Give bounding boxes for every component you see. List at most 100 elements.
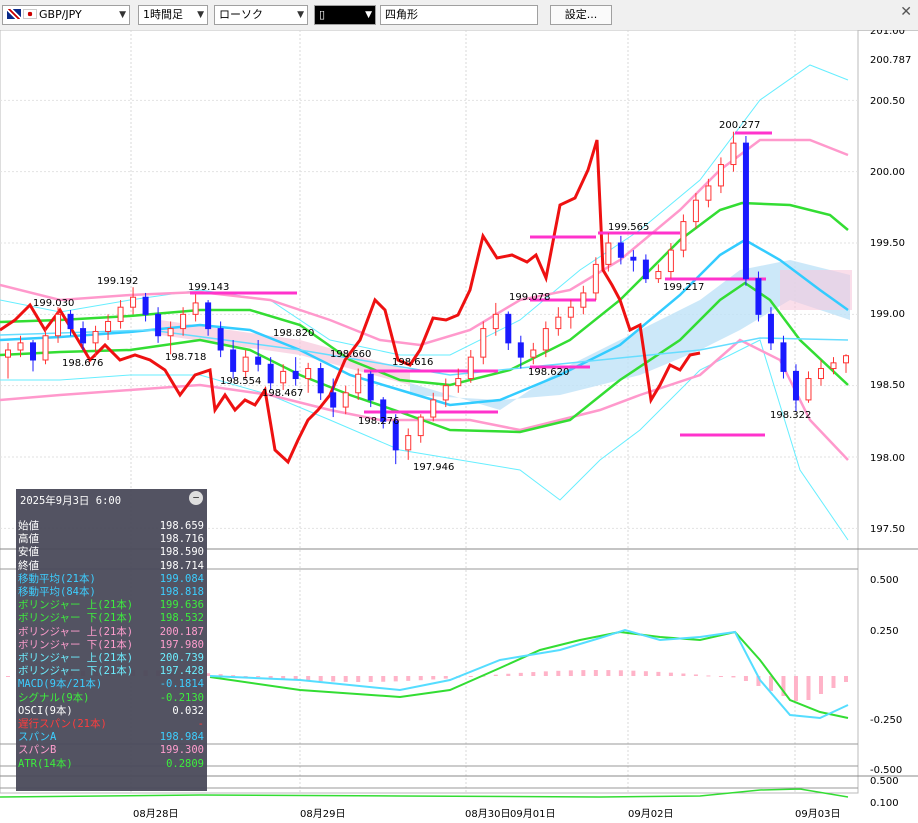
macd-axis-label: -0.500 <box>870 765 902 776</box>
macd-histogram-bar <box>356 676 361 682</box>
chevron-down-icon: ▼ <box>297 10 304 20</box>
x-axis-label: 08月28日 <box>133 808 178 820</box>
y-axis-label: 201.00 <box>870 30 905 37</box>
price-annotation: 198.620 <box>528 367 569 378</box>
info-value: 199.636 <box>159 599 204 612</box>
candle-body <box>630 256 637 261</box>
macd-histogram-bar <box>581 670 586 676</box>
info-row: ATR(14本) 0.2809 <box>18 758 204 771</box>
info-value: 199.084 <box>159 572 204 585</box>
candle-body <box>267 363 274 384</box>
candle-body <box>592 263 599 294</box>
settings-button[interactable]: 設定... <box>550 5 612 25</box>
candle-body <box>517 342 524 358</box>
candle-body <box>105 320 112 332</box>
candle-body <box>130 296 137 308</box>
macd-histogram-bar <box>844 676 848 682</box>
x-axis-label: 08月29日 <box>300 808 345 820</box>
info-panel: 2025年9月3日 6:00 − 始値 198.659 高値 198.716 安値 198… <box>16 489 207 791</box>
info-value: 198.984 <box>159 731 204 744</box>
macd-axis-label: 0.500 <box>870 575 899 586</box>
candle-body <box>642 259 649 280</box>
close-icon[interactable]: ✕ <box>900 4 912 20</box>
candle-body <box>205 302 212 330</box>
x-axis-label: 08月30日 <box>465 808 510 820</box>
timeframe-select[interactable]: 1時間足 ▼ <box>138 5 208 25</box>
y-axis-label: 200.787 <box>870 55 911 66</box>
info-label: ボリンジャー 下(21本) <box>18 665 134 678</box>
chevron-down-icon: ▼ <box>197 10 204 20</box>
info-label: ATR(14本) <box>18 757 73 770</box>
chevron-down-icon: ▼ <box>365 10 372 20</box>
settings-label: 設定... <box>564 8 598 21</box>
price-annotation: 198.616 <box>392 357 433 368</box>
macd-histogram-bar <box>568 670 573 676</box>
macd-histogram-bar <box>668 672 673 676</box>
candle-body <box>830 362 837 370</box>
macd-histogram-bar <box>381 676 386 682</box>
macd-histogram-bar <box>768 676 773 691</box>
macd-histogram-bar <box>706 675 711 677</box>
y-axis-label: 198.00 <box>870 453 905 464</box>
info-label: ボリンジャー 下(21本) <box>18 638 134 651</box>
candle-body <box>843 355 849 364</box>
info-label: 移動平均(21本) <box>18 572 96 585</box>
macd-axis-label: -0.250 <box>870 715 902 726</box>
info-label: 移動平均(84本) <box>18 586 96 598</box>
macd-histogram-bar <box>406 676 411 681</box>
info-value: -0.1814 <box>159 678 204 691</box>
info-label: ボリンジャー 上(21本) <box>18 599 134 612</box>
macd-histogram-bar <box>681 673 686 676</box>
x-axis-label: 09月03日 <box>795 808 840 820</box>
info-row: ボリンジャー 下(21本) 197.428 <box>18 665 204 678</box>
candle-body <box>655 271 662 280</box>
info-row: ボリンジャー 上(21本) 200.187 <box>18 626 204 639</box>
candle-body <box>192 302 199 315</box>
jp-flag-icon <box>23 9 37 19</box>
price-annotation: 198.718 <box>165 352 206 363</box>
candle-body <box>92 330 99 344</box>
candle-body <box>730 142 737 166</box>
candle-body <box>530 349 537 358</box>
macd-histogram-bar <box>731 676 736 678</box>
macd-histogram-bar <box>331 676 336 682</box>
symbol-select[interactable]: GBP/JPY ▼ <box>2 5 130 25</box>
info-row: ボリンジャー 下(21本) 198.532 <box>18 612 204 625</box>
uk-flag-icon <box>7 9 21 19</box>
macd-histogram-bar <box>343 676 348 682</box>
draw-tool-select[interactable]: ▯ ▼ <box>314 5 376 25</box>
y-axis-label: 200.50 <box>870 96 905 107</box>
draw-tool-name: 四角形 <box>380 5 538 25</box>
macd-histogram-bar <box>606 670 611 676</box>
macd-histogram-bar <box>543 671 548 676</box>
macd-histogram-bar <box>6 676 10 677</box>
price-annotation: 199.030 <box>33 298 74 309</box>
info-row: 移動平均(21本) 199.084 <box>18 573 204 586</box>
macd-histogram-bar <box>806 676 811 700</box>
draw-tool-icon: ▯ <box>319 8 326 21</box>
y-axis-label: 199.50 <box>870 238 905 249</box>
macd-histogram-bar <box>818 676 823 694</box>
info-value: -0.2130 <box>159 691 204 704</box>
macd-histogram-bar <box>656 671 661 676</box>
candle-body <box>155 313 162 337</box>
toolbar: GBP/JPY ▼ 1時間足 ▼ ローソク ▼ ▯ ▼ 四角形 設定... ✕ <box>0 0 918 31</box>
candle-body <box>555 316 562 330</box>
atr-axis-label: 0.500 <box>870 776 899 787</box>
y-axis-label: 197.50 <box>870 524 905 535</box>
chevron-down-icon: ▼ <box>119 10 126 20</box>
candle-body <box>705 185 712 201</box>
candle-body <box>817 368 824 380</box>
macd-histogram-bar <box>743 676 748 681</box>
info-value: 197.428 <box>159 665 204 678</box>
minus-icon[interactable]: − <box>189 491 203 505</box>
candle-body <box>805 378 812 401</box>
macd-histogram-bar <box>631 670 636 676</box>
candle-body <box>455 378 462 387</box>
candle-body <box>505 313 512 344</box>
candle-body <box>780 342 787 372</box>
info-value: 200.187 <box>159 625 204 638</box>
info-row: スパンB 199.300 <box>18 744 204 757</box>
chart-type-select[interactable]: ローソク ▼ <box>214 5 308 25</box>
macd-histogram-bar <box>506 673 511 676</box>
